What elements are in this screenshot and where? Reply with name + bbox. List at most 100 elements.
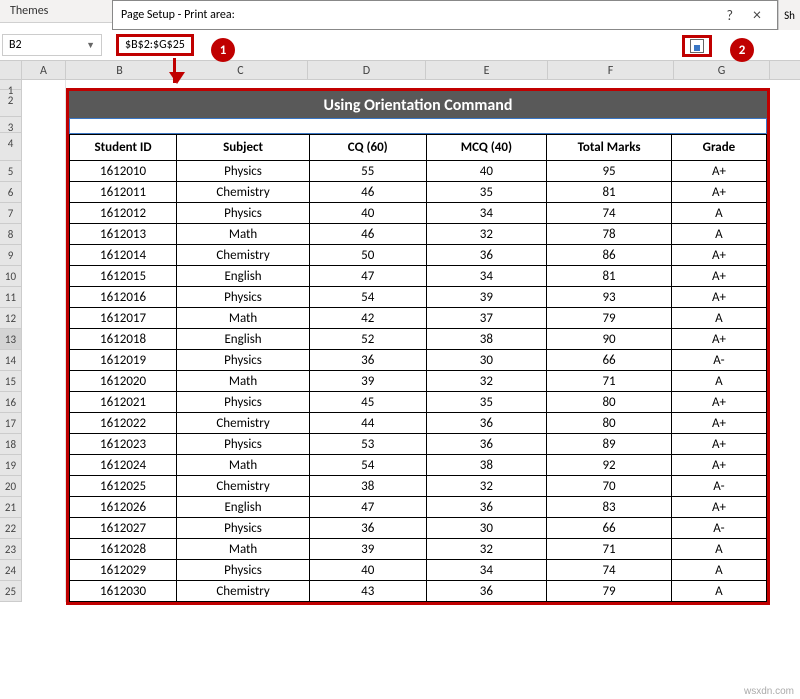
cell[interactable]: 36	[426, 413, 547, 434]
table-row[interactable]: 1612011Chemistry463581A+	[70, 182, 767, 203]
cell[interactable]: A	[671, 203, 766, 224]
cell[interactable]: 46	[309, 224, 426, 245]
cell[interactable]: 47	[309, 266, 426, 287]
row-header-5[interactable]: 5	[0, 161, 21, 182]
cell[interactable]: A+	[671, 497, 766, 518]
table-row[interactable]: 1612030Chemistry433679A	[70, 581, 767, 602]
cell[interactable]: 92	[547, 455, 672, 476]
cell[interactable]: 40	[309, 560, 426, 581]
cell[interactable]: 32	[426, 371, 547, 392]
table-row[interactable]: 1612012Physics403474A	[70, 203, 767, 224]
cell[interactable]: A	[671, 371, 766, 392]
cell[interactable]: A-	[671, 518, 766, 539]
cell[interactable]: 39	[309, 371, 426, 392]
row-header-3[interactable]: 3	[0, 117, 21, 133]
column-a-cells[interactable]	[22, 80, 66, 602]
cell[interactable]: 43	[309, 581, 426, 602]
cell[interactable]: A+	[671, 245, 766, 266]
col-header-a[interactable]: A	[22, 61, 66, 79]
cell[interactable]: 1612024	[70, 455, 177, 476]
cell[interactable]: 1612017	[70, 308, 177, 329]
cell[interactable]: A+	[671, 266, 766, 287]
cell[interactable]: 95	[547, 161, 672, 182]
cell[interactable]: English	[177, 266, 310, 287]
cell[interactable]: 36	[426, 497, 547, 518]
col-header-c[interactable]: C	[174, 61, 308, 79]
header-mcq[interactable]: MCQ (40)	[426, 135, 547, 161]
table-row[interactable]: 1612022Chemistry443680A+	[70, 413, 767, 434]
cell[interactable]: A+	[671, 161, 766, 182]
dialog-help-button[interactable]: ?	[715, 7, 746, 24]
cell[interactable]: Physics	[177, 560, 310, 581]
cell[interactable]: 47	[309, 497, 426, 518]
cell[interactable]: 1612015	[70, 266, 177, 287]
cell[interactable]: Chemistry	[177, 581, 310, 602]
name-box[interactable]: B2 ▼	[2, 34, 102, 56]
cell[interactable]: 37	[426, 308, 547, 329]
cell[interactable]: 35	[426, 392, 547, 413]
table-row[interactable]: 1612018English523890A+	[70, 329, 767, 350]
cell[interactable]: A	[671, 224, 766, 245]
cell[interactable]: 34	[426, 266, 547, 287]
col-header-e[interactable]: E	[426, 61, 548, 79]
table-row[interactable]: 1612027Physics363066A-	[70, 518, 767, 539]
col-header-g[interactable]: G	[674, 61, 770, 79]
cell[interactable]: 53	[309, 434, 426, 455]
cell[interactable]: 30	[426, 518, 547, 539]
cell[interactable]: 1612028	[70, 539, 177, 560]
table-row[interactable]: 1612028Math393271A	[70, 539, 767, 560]
print-area-input[interactable]: $B$2:$G$25	[116, 34, 194, 56]
cell[interactable]: 36	[426, 434, 547, 455]
cell[interactable]: A+	[671, 329, 766, 350]
table-row[interactable]: 1612021Physics453580A+	[70, 392, 767, 413]
cell[interactable]: Chemistry	[177, 182, 310, 203]
cell[interactable]: 39	[426, 287, 547, 308]
row-header-23[interactable]: 23	[0, 539, 21, 560]
cell[interactable]: 42	[309, 308, 426, 329]
dialog-close-button[interactable]: ×	[745, 6, 769, 25]
cell[interactable]: Physics	[177, 350, 310, 371]
cell[interactable]: 83	[547, 497, 672, 518]
header-student-id[interactable]: Student ID	[70, 135, 177, 161]
row-header-21[interactable]: 21	[0, 497, 21, 518]
row-header-13[interactable]: 13	[0, 329, 21, 350]
cell[interactable]: Math	[177, 224, 310, 245]
cell[interactable]: 54	[309, 287, 426, 308]
cell[interactable]: 90	[547, 329, 672, 350]
cell[interactable]: 66	[547, 350, 672, 371]
cell[interactable]: 1612013	[70, 224, 177, 245]
cell[interactable]: 1612011	[70, 182, 177, 203]
cell[interactable]: Chemistry	[177, 476, 310, 497]
row-header-22[interactable]: 22	[0, 518, 21, 539]
table-row[interactable]: 1612015English473481A+	[70, 266, 767, 287]
row-header-15[interactable]: 15	[0, 371, 21, 392]
cell[interactable]: 32	[426, 476, 547, 497]
cell[interactable]: 54	[309, 455, 426, 476]
cell[interactable]: 38	[426, 455, 547, 476]
cell[interactable]: English	[177, 329, 310, 350]
cell[interactable]: A+	[671, 287, 766, 308]
table-row[interactable]: 1612014Chemistry503686A+	[70, 245, 767, 266]
row-header-16[interactable]: 16	[0, 392, 21, 413]
cell[interactable]: 40	[426, 161, 547, 182]
cell[interactable]: 36	[309, 350, 426, 371]
cell[interactable]: 89	[547, 434, 672, 455]
cell[interactable]: A+	[671, 434, 766, 455]
cell[interactable]: 1612010	[70, 161, 177, 182]
cell[interactable]: 46	[309, 182, 426, 203]
row-header-25[interactable]: 25	[0, 581, 21, 602]
cell[interactable]: 1612025	[70, 476, 177, 497]
cell[interactable]: 80	[547, 392, 672, 413]
cell[interactable]: 35	[426, 182, 547, 203]
cell[interactable]: A	[671, 560, 766, 581]
cell[interactable]: 79	[547, 581, 672, 602]
header-grade[interactable]: Grade	[671, 135, 766, 161]
cell[interactable]: 1612020	[70, 371, 177, 392]
cell[interactable]: Math	[177, 308, 310, 329]
share-button[interactable]: Sh	[778, 0, 800, 30]
cell[interactable]: A+	[671, 413, 766, 434]
table-row[interactable]: 1612020Math393271A	[70, 371, 767, 392]
row-header-18[interactable]: 18	[0, 434, 21, 455]
cell[interactable]: Physics	[177, 161, 310, 182]
cell[interactable]: Physics	[177, 392, 310, 413]
